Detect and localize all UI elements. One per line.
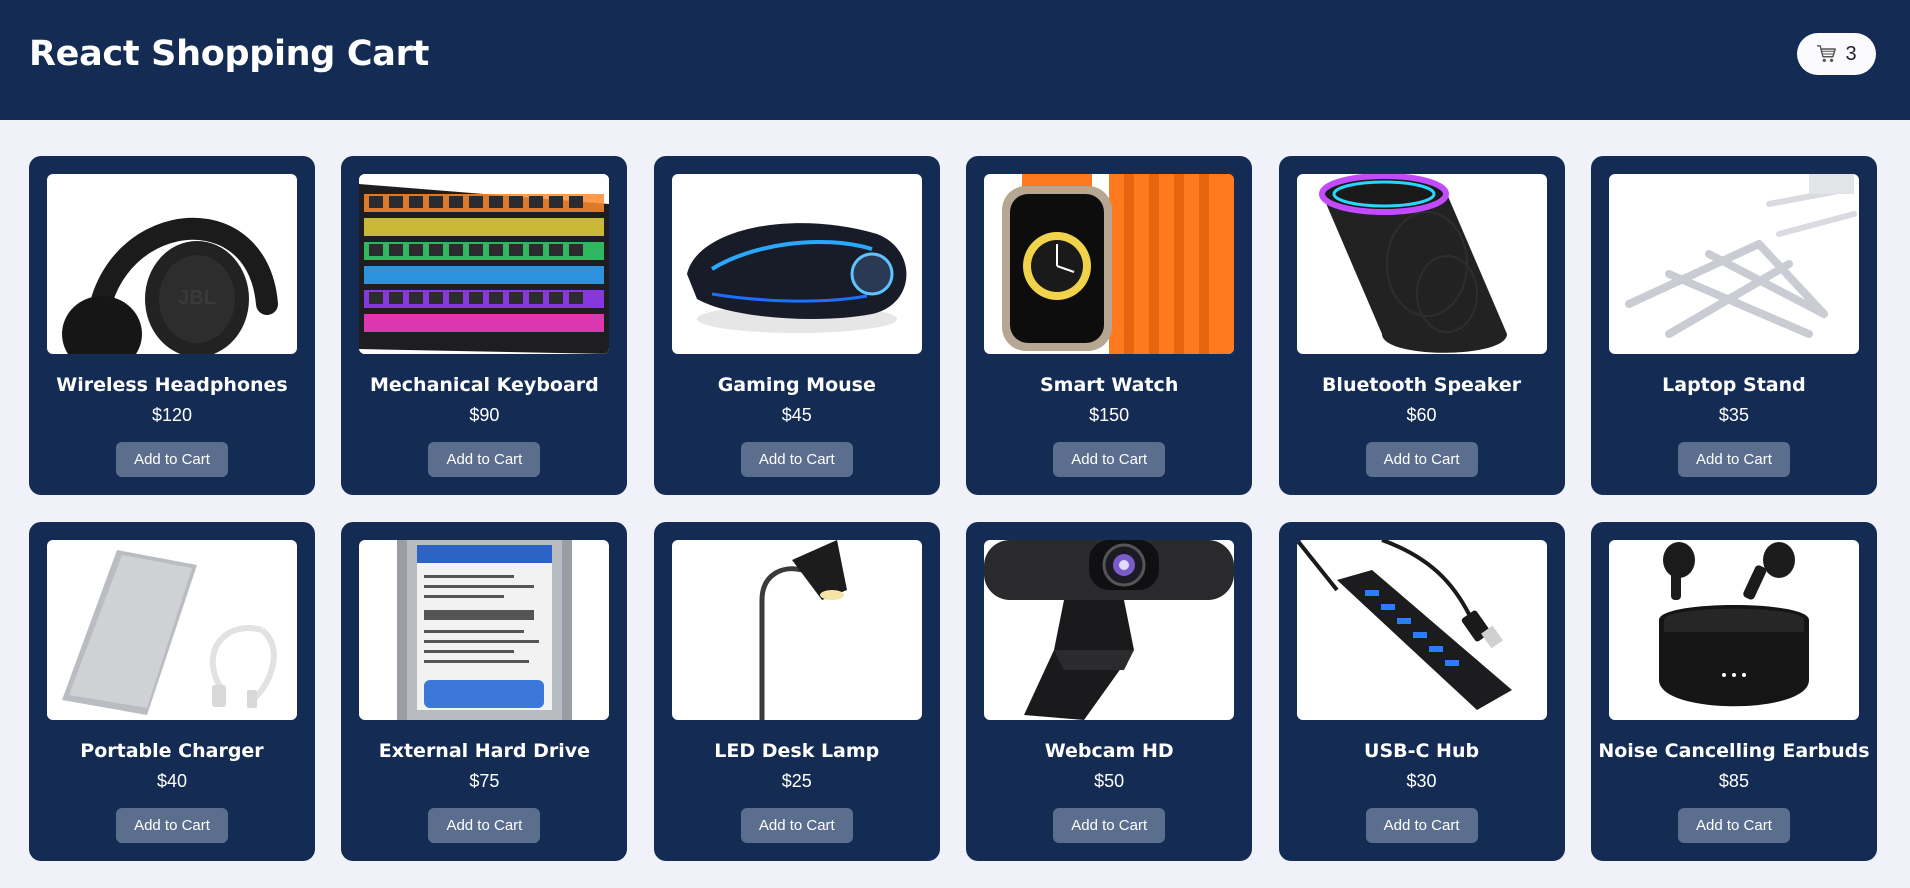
product-name: Webcam HD (1044, 740, 1174, 762)
add-to-cart-button[interactable]: Add to Cart (1677, 442, 1790, 477)
product-image-hard-drive (359, 540, 610, 720)
product-image-keyboard (359, 174, 610, 354)
add-to-cart-button[interactable]: Add to Cart (1365, 808, 1478, 843)
add-to-cart-button[interactable]: Add to Cart (116, 808, 228, 843)
product-name: External Hard Drive (378, 740, 591, 762)
shopping-cart-icon (1816, 44, 1838, 64)
cart-button[interactable]: 3 (1797, 33, 1876, 75)
product-price: $50 (1094, 771, 1125, 791)
product-card: LED Desk Lamp $25 Add to Cart (653, 522, 940, 861)
add-to-cart-button[interactable]: Add to Cart (428, 442, 541, 477)
product-image-earbuds (1608, 540, 1859, 720)
add-to-cart-button[interactable]: Add to Cart (428, 808, 541, 843)
product-card: JBL Wireless Headphones $120 Add to Cart (29, 156, 315, 495)
product-price: $150 (1089, 405, 1130, 425)
product-price: $25 (781, 771, 812, 791)
add-to-cart-button[interactable]: Add to Cart (1053, 442, 1166, 477)
product-image-webcam (984, 540, 1235, 720)
product-image-mouse (671, 174, 922, 354)
product-price: $120 (151, 405, 193, 425)
product-image-power-bank (47, 540, 297, 720)
add-to-cart-button[interactable]: Add to Cart (116, 442, 228, 477)
product-price: $75 (469, 771, 500, 791)
product-image-desk-lamp (671, 540, 922, 720)
product-name: LED Desk Lamp (714, 740, 880, 762)
product-card: Noise Cancelling Earbuds $85 Add to Cart (1590, 522, 1877, 861)
cart-count: 3 (1845, 42, 1857, 65)
product-price: $60 (1406, 405, 1437, 425)
product-price: $85 (1718, 771, 1749, 791)
app-header: React Shopping Cart 3 (0, 0, 1910, 120)
add-to-cart-button[interactable]: Add to Cart (740, 808, 853, 843)
product-name: Bluetooth Speaker (1321, 374, 1522, 396)
product-card: Gaming Mouse $45 Add to Cart (653, 156, 940, 495)
product-card: Smart Watch $150 Add to Cart (966, 156, 1253, 495)
product-image-headphones: JBL (47, 174, 297, 354)
add-to-cart-button[interactable]: Add to Cart (1677, 808, 1790, 843)
product-card: USB-C Hub $30 Add to Cart (1278, 522, 1565, 861)
product-price: $40 (156, 771, 188, 791)
product-price: $90 (469, 405, 500, 425)
product-image-laptop-stand (1608, 174, 1859, 354)
add-to-cart-button[interactable]: Add to Cart (740, 442, 853, 477)
product-image-speaker (1296, 174, 1547, 354)
add-to-cart-button[interactable]: Add to Cart (1053, 808, 1166, 843)
page-title: React Shopping Cart (29, 34, 429, 74)
product-card: Webcam HD $50 Add to Cart (966, 522, 1253, 861)
product-name: Wireless Headphones (56, 374, 288, 396)
product-card: Mechanical Keyboard $90 Add to Cart (341, 156, 628, 495)
product-card: Bluetooth Speaker $60 Add to Cart (1278, 156, 1565, 495)
product-name: Laptop Stand (1662, 374, 1806, 396)
product-card: External Hard Drive $75 Add to Cart (341, 522, 628, 861)
product-price: $30 (1406, 771, 1437, 791)
product-image-usb-hub (1296, 540, 1547, 720)
product-card: Laptop Stand $35 Add to Cart (1590, 156, 1877, 495)
product-name: Smart Watch (1040, 374, 1179, 396)
product-name: Gaming Mouse (717, 374, 876, 396)
add-to-cart-button[interactable]: Add to Cart (1365, 442, 1478, 477)
product-image-smartwatch (984, 174, 1235, 354)
product-grid: JBL Wireless Headphones $120 Add to Cart (29, 156, 1877, 861)
product-card: Portable Charger $40 Add to Cart (29, 522, 315, 861)
product-name: Portable Charger (80, 740, 264, 762)
product-name: Mechanical Keyboard (370, 374, 599, 396)
product-name: Noise Cancelling Earbuds (1598, 740, 1870, 762)
product-price: $35 (1718, 405, 1749, 425)
product-price: $45 (781, 405, 812, 425)
svg-text:JBL: JBL (178, 287, 216, 309)
product-name: USB-C Hub (1364, 740, 1480, 762)
